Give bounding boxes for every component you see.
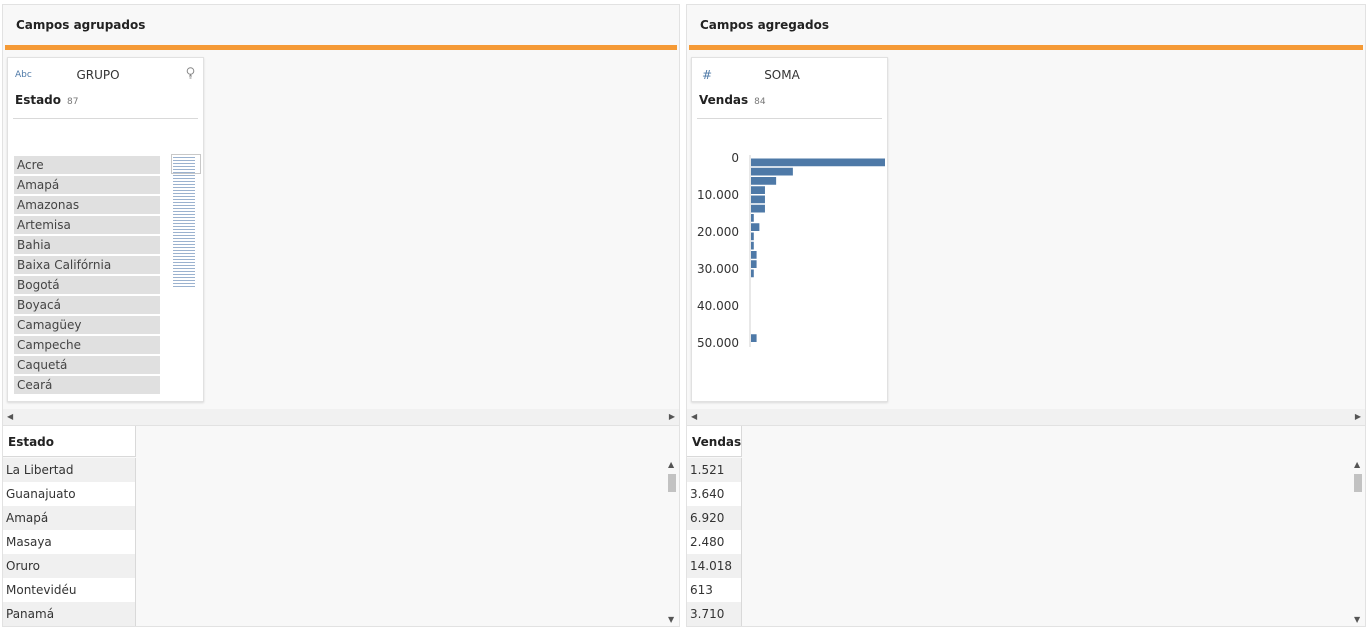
value-item[interactable]: Bogotá — [14, 276, 160, 294]
column-header-vendas[interactable]: Vendas — [687, 426, 742, 457]
value-item[interactable]: Boyacá — [14, 296, 160, 314]
value-list: Acre Amapá Amazonas Artemisa Bahia Baixa… — [14, 156, 160, 396]
histogram-bar[interactable] — [751, 269, 754, 278]
histogram-bar[interactable] — [751, 195, 765, 204]
scroll-down-icon[interactable]: ▼ — [1354, 615, 1360, 624]
vertical-scrollbar[interactable]: ▲ ▼ — [667, 460, 677, 626]
y-tick-label: 50.000 — [697, 336, 739, 350]
value-item[interactable]: Artemisa — [14, 216, 160, 234]
field-count: 87 — [67, 97, 79, 107]
horizontal-scrollbar[interactable]: ◀ ▶ — [687, 409, 1365, 425]
histogram-bar[interactable] — [751, 214, 754, 222]
table-row[interactable]: 6.920 — [687, 506, 742, 530]
value-item[interactable]: Baixa Califórnia — [14, 256, 160, 274]
value-item[interactable]: Acre — [14, 156, 160, 174]
value-overview-scroller[interactable] — [171, 154, 201, 290]
field-name-label: Vendas — [699, 93, 749, 107]
y-tick-label: 0 — [731, 153, 739, 165]
table-row[interactable]: Masaya — [3, 530, 136, 554]
grouped-fields-pane: Campos agrupados Abc GRUPO Estado 87 Acre… — [2, 4, 680, 627]
pane-accent-bar — [5, 45, 677, 50]
column-header-estado[interactable]: Estado — [3, 426, 136, 457]
value-item[interactable]: Camagüey — [14, 316, 160, 334]
field-card-vendas[interactable]: # SOMA Vendas 84 0 10.000 20.000 30.000 40.00… — [691, 57, 888, 402]
lightbulb-icon[interactable] — [186, 67, 195, 82]
grid-rows: La Libertad Guanajuato Amapá Masaya Orur… — [3, 458, 136, 626]
table-row[interactable]: Amapá — [3, 506, 136, 530]
table-row[interactable]: 2.480 — [687, 530, 742, 554]
pane-title: Campos agregados — [700, 18, 829, 32]
aggregated-fields-pane: Campos agregados # SOMA Vendas 84 0 10.000… — [686, 4, 1366, 627]
pane-header: Campos agrupados — [3, 5, 679, 45]
table-row[interactable]: 3.640 — [687, 482, 742, 506]
y-tick-label: 20.000 — [697, 225, 739, 239]
pane-title: Campos agrupados — [16, 18, 146, 32]
data-grid: Vendas 1.521 3.640 6.920 2.480 14.018 61… — [687, 425, 1365, 626]
table-row[interactable]: 1.521 — [687, 458, 742, 482]
overview-viewport[interactable] — [171, 154, 201, 174]
field-count: 84 — [754, 97, 766, 107]
histogram-bar[interactable] — [751, 232, 754, 241]
value-item[interactable]: Amazonas — [14, 196, 160, 214]
histogram-bar[interactable] — [751, 186, 765, 194]
table-row[interactable]: Oruro — [3, 554, 136, 578]
field-card-estado[interactable]: Abc GRUPO Estado 87 Acre Amapá Amazonas A… — [7, 57, 204, 402]
scroll-thumb[interactable] — [668, 474, 676, 492]
histogram-bar[interactable] — [751, 334, 757, 342]
sales-histogram: 0 10.000 20.000 30.000 40.000 50.000 — [697, 153, 885, 350]
histogram-bar[interactable] — [751, 251, 757, 259]
scroll-thumb[interactable] — [1354, 474, 1362, 492]
card-divider — [697, 118, 882, 119]
scroll-up-icon[interactable]: ▲ — [1354, 460, 1360, 469]
scroll-left-icon[interactable]: ◀ — [7, 412, 13, 421]
grid-rows: 1.521 3.640 6.920 2.480 14.018 613 3.710 — [687, 458, 742, 626]
histogram-bar[interactable] — [751, 167, 793, 176]
table-row[interactable]: 3.710 — [687, 602, 742, 626]
histogram-bar[interactable] — [751, 204, 765, 213]
table-row[interactable]: 14.018 — [687, 554, 742, 578]
value-item[interactable]: Campeche — [14, 336, 160, 354]
y-tick-label: 30.000 — [697, 262, 739, 276]
histogram-bar[interactable] — [751, 260, 757, 268]
y-tick-label: 40.000 — [697, 299, 739, 313]
histogram-bar[interactable] — [751, 177, 777, 185]
histogram-bar[interactable] — [751, 241, 754, 250]
scroll-down-icon[interactable]: ▼ — [668, 615, 674, 624]
field-name-label: Estado — [15, 93, 62, 107]
value-item[interactable]: Ceará — [14, 376, 160, 394]
pane-accent-bar — [689, 45, 1363, 50]
field-name: Vendas 84 — [699, 93, 766, 107]
pane-header: Campos agregados — [687, 5, 1365, 45]
overview-lines — [173, 154, 195, 288]
scroll-up-icon[interactable]: ▲ — [668, 460, 674, 469]
aggregation-label[interactable]: GRUPO — [8, 68, 188, 82]
histogram-bar[interactable] — [751, 158, 885, 167]
card-divider — [13, 118, 198, 119]
value-item[interactable]: Caquetá — [14, 356, 160, 374]
y-tick-label: 10.000 — [697, 188, 739, 202]
data-grid: Estado La Libertad Guanajuato Amapá Masa… — [3, 425, 679, 626]
scroll-right-icon[interactable]: ▶ — [669, 412, 675, 421]
horizontal-scrollbar[interactable]: ◀ ▶ — [3, 409, 679, 425]
field-name: Estado 87 — [15, 93, 78, 107]
value-item[interactable]: Amapá — [14, 176, 160, 194]
table-row[interactable]: Montevidéu — [3, 578, 136, 602]
vertical-scrollbar[interactable]: ▲ ▼ — [1353, 460, 1363, 626]
histogram-bar[interactable] — [751, 223, 760, 231]
value-item[interactable]: Bahia — [14, 236, 160, 254]
scroll-left-icon[interactable]: ◀ — [691, 412, 697, 421]
table-row[interactable]: La Libertad — [3, 458, 136, 482]
table-row[interactable]: Guanajuato — [3, 482, 136, 506]
table-row[interactable]: Panamá — [3, 602, 136, 626]
aggregation-label[interactable]: SOMA — [692, 68, 872, 82]
table-row[interactable]: 613 — [687, 578, 742, 602]
scroll-right-icon[interactable]: ▶ — [1355, 412, 1361, 421]
